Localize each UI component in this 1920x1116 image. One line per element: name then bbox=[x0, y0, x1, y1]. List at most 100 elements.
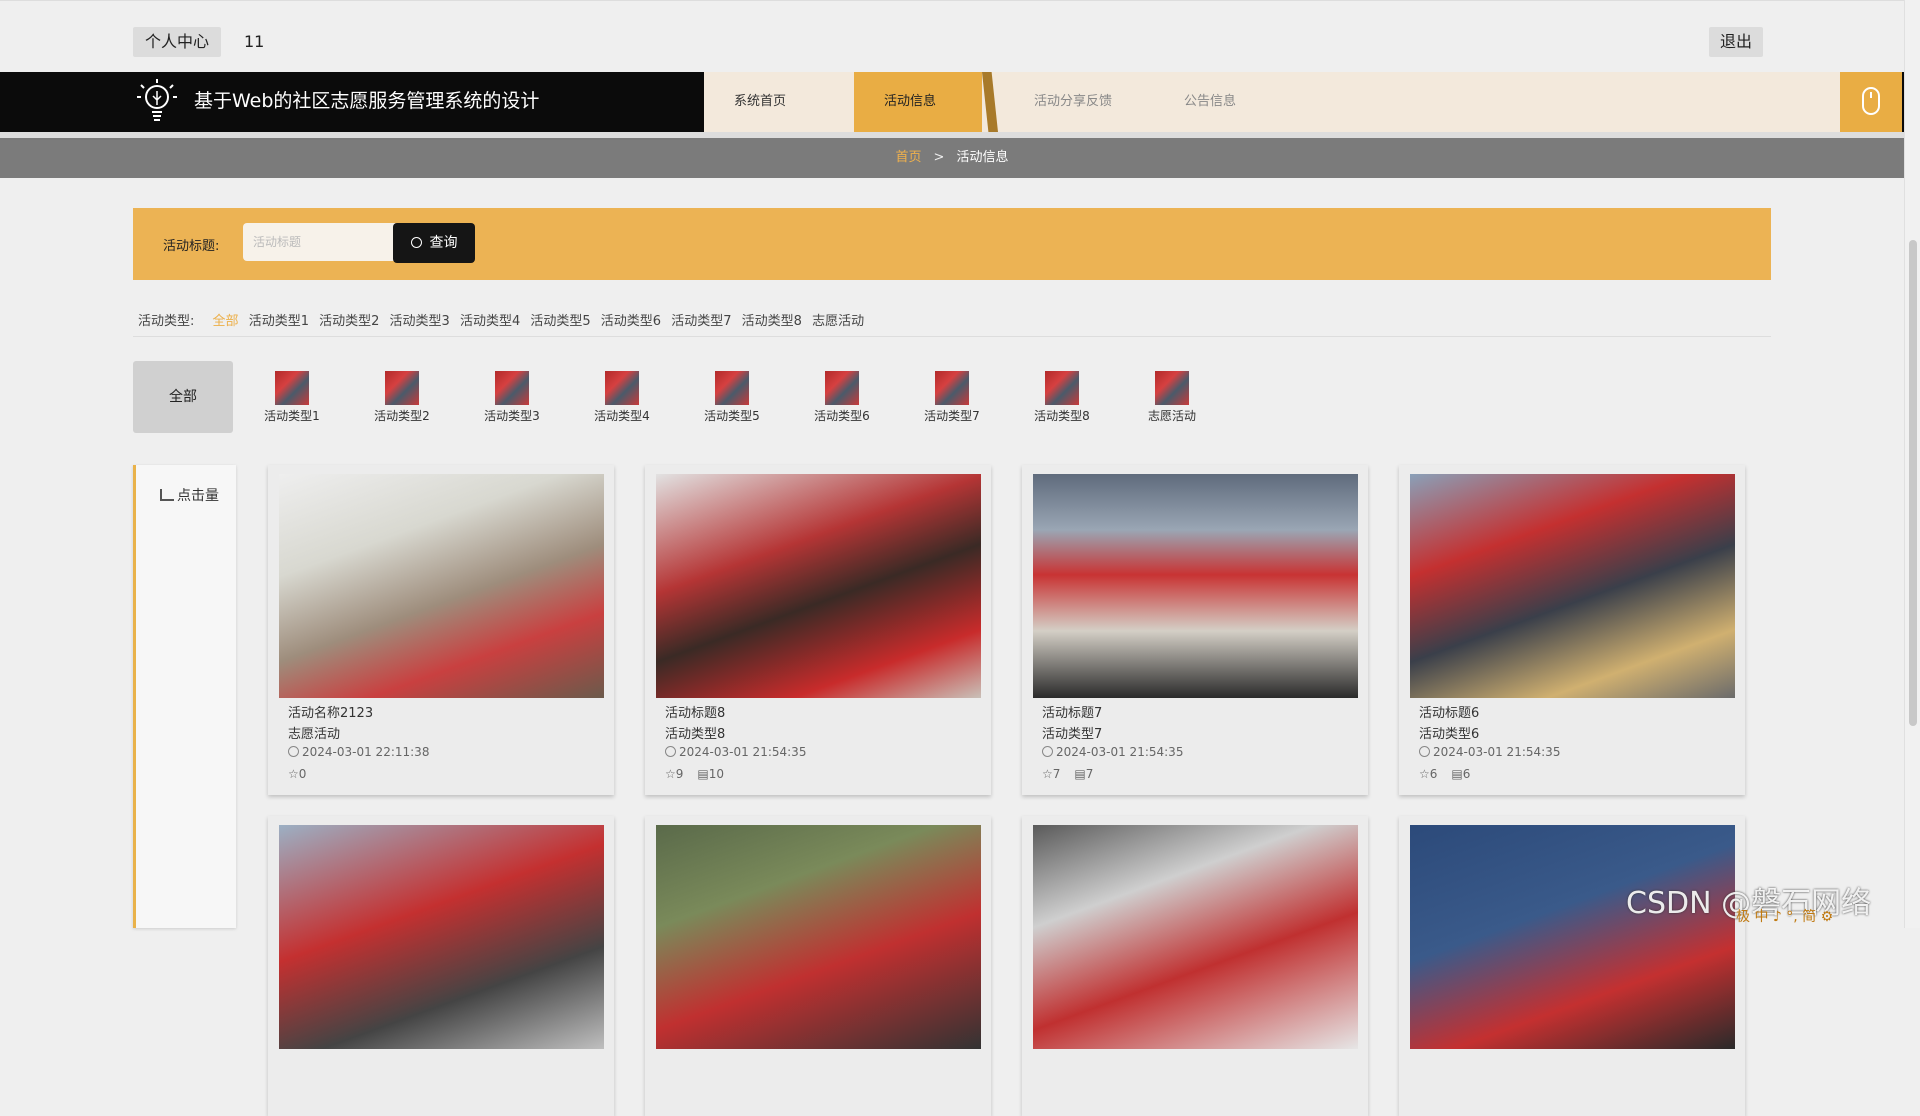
activity-card[interactable] bbox=[268, 816, 614, 1116]
ime-toolbar[interactable]: 极 中 ♪ °, 简 ⚙ bbox=[1736, 906, 1833, 926]
clock-icon bbox=[1419, 746, 1430, 757]
activity-photo[interactable] bbox=[1410, 825, 1735, 1049]
star-icon: ☆ bbox=[288, 767, 299, 781]
page-scrollbar[interactable] bbox=[1904, 0, 1920, 928]
category-label: 活动类型3 bbox=[484, 409, 540, 423]
search-bar: 活动标题: 查询 bbox=[133, 208, 1771, 280]
activity-photo[interactable] bbox=[656, 474, 981, 698]
activity-title-input[interactable] bbox=[243, 223, 399, 261]
main-navbar: 基于Web的社区志愿服务管理系统的设计 系统首页 活动信息 活动分享反馈 公告信… bbox=[0, 72, 1904, 132]
type-filter-option[interactable]: 志愿活动 bbox=[812, 314, 864, 329]
category-thumbnail bbox=[715, 371, 749, 405]
breadcrumb-home[interactable]: 首页 bbox=[896, 150, 922, 165]
search-label: 活动标题: bbox=[163, 239, 220, 254]
activity-time: 2024-03-01 21:54:35 bbox=[665, 745, 806, 759]
type-filter-option[interactable]: 活动类型8 bbox=[742, 314, 802, 329]
category-item[interactable]: 活动类型6 bbox=[797, 371, 887, 424]
star-icon: ☆ bbox=[665, 767, 676, 781]
personal-center-button[interactable]: 个人中心 bbox=[133, 27, 222, 57]
category-thumbnail bbox=[385, 371, 419, 405]
activity-photo[interactable] bbox=[1033, 825, 1358, 1049]
category-thumbnail bbox=[275, 371, 309, 405]
site-title: 基于Web的社区志愿服务管理系统的设计 bbox=[194, 90, 540, 112]
activity-card[interactable]: 活动名称2123 志愿活动 2024-03-01 22:11:38 ☆0 bbox=[268, 465, 614, 795]
type-filter-option[interactable]: 活动类型7 bbox=[671, 314, 731, 329]
category-strip: 全部 活动类型1 活动类型2 活动类型3 活动类型4 活动类型5 活动类型6 活… bbox=[133, 361, 1533, 435]
activity-time-text: 2024-03-01 21:54:35 bbox=[1433, 745, 1561, 759]
activity-stats: ☆6 ▤6 bbox=[1419, 767, 1470, 781]
scrollbar-thumb[interactable] bbox=[1909, 240, 1917, 726]
breadcrumb-separator: > bbox=[933, 150, 945, 165]
star-icon: ☆ bbox=[1042, 767, 1053, 781]
sort-sidebar: 点击量 bbox=[133, 465, 236, 928]
likes-count: 7 bbox=[1052, 767, 1061, 781]
nav-home[interactable]: 系统首页 bbox=[734, 72, 786, 132]
type-filter-option[interactable]: 活动类型3 bbox=[390, 314, 450, 329]
activity-type: 活动类型6 bbox=[1419, 727, 1480, 742]
category-item[interactable]: 活动类型4 bbox=[577, 371, 667, 424]
category-item[interactable]: 活动类型2 bbox=[357, 371, 447, 424]
category-all-button[interactable]: 全部 bbox=[133, 361, 233, 433]
type-filter-option[interactable]: 活动类型6 bbox=[601, 314, 661, 329]
type-filter-option[interactable]: 活动类型5 bbox=[530, 314, 590, 329]
type-filter-option[interactable]: 全部 bbox=[213, 314, 239, 329]
activity-photo[interactable] bbox=[279, 474, 604, 698]
category-label: 活动类型5 bbox=[704, 409, 760, 423]
comment-icon: ▤ bbox=[1074, 767, 1086, 781]
activity-card[interactable] bbox=[1022, 816, 1368, 1116]
nav-active-stripe bbox=[982, 72, 998, 132]
activity-stats: ☆7 ▤7 bbox=[1042, 767, 1093, 781]
category-item[interactable]: 活动类型3 bbox=[467, 371, 557, 424]
scroll-mouse-button[interactable] bbox=[1840, 72, 1902, 132]
category-label: 活动类型7 bbox=[924, 409, 980, 423]
type-filter-option[interactable]: 活动类型4 bbox=[460, 314, 520, 329]
activity-type: 志愿活动 bbox=[288, 727, 341, 742]
sort-by-clicks[interactable]: 点击量 bbox=[160, 485, 219, 505]
nav-activity-info[interactable]: 活动信息 bbox=[854, 72, 982, 132]
breadcrumb-current: 活动信息 bbox=[956, 150, 1009, 165]
activity-card[interactable]: 活动标题6 活动类型6 2024-03-01 21:54:35 ☆6 ▤6 bbox=[1399, 465, 1745, 795]
activity-photo[interactable] bbox=[1033, 474, 1358, 698]
search-button[interactable]: 查询 bbox=[393, 223, 475, 263]
activity-photo[interactable] bbox=[279, 825, 604, 1049]
type-filter-label: 活动类型: bbox=[138, 314, 195, 329]
lightbulb-logo-icon bbox=[137, 79, 177, 121]
type-filter-option[interactable]: 活动类型1 bbox=[249, 314, 309, 329]
category-label: 活动类型1 bbox=[264, 409, 320, 423]
category-item[interactable]: 活动类型8 bbox=[1017, 371, 1107, 424]
activity-time-text: 2024-03-01 21:54:35 bbox=[1056, 745, 1184, 759]
activity-time: 2024-03-01 22:11:38 bbox=[288, 745, 429, 759]
category-item[interactable]: 志愿活动 bbox=[1127, 371, 1217, 424]
type-filter-row: 活动类型: 全部 活动类型1 活动类型2 活动类型3 活动类型4 活动类型5 活… bbox=[138, 310, 870, 329]
category-item[interactable]: 活动类型5 bbox=[687, 371, 777, 424]
clock-icon bbox=[288, 746, 299, 757]
category-label: 活动类型8 bbox=[1034, 409, 1090, 423]
comments-count: 7 bbox=[1085, 767, 1094, 781]
comments-count: 6 bbox=[1462, 767, 1471, 781]
category-label: 活动类型6 bbox=[814, 409, 870, 423]
comment-icon: ▤ bbox=[1451, 767, 1463, 781]
activity-card[interactable]: 活动标题8 活动类型8 2024-03-01 21:54:35 ☆9 ▤10 bbox=[645, 465, 991, 795]
category-item[interactable]: 活动类型7 bbox=[907, 371, 997, 424]
type-filter-option[interactable]: 活动类型2 bbox=[319, 314, 379, 329]
activity-stats: ☆9 ▤10 bbox=[665, 767, 724, 781]
top-user-bar: 个人中心 11 退出 bbox=[0, 0, 1904, 73]
activity-card[interactable] bbox=[645, 816, 991, 1116]
activity-card[interactable] bbox=[1399, 816, 1745, 1116]
activity-photo[interactable] bbox=[656, 825, 981, 1049]
nav-announcements[interactable]: 公告信息 bbox=[1184, 72, 1236, 132]
category-thumbnail bbox=[825, 371, 859, 405]
nav-menu: 系统首页 活动信息 活动分享反馈 公告信息 bbox=[704, 72, 1840, 132]
likes-count: 9 bbox=[675, 767, 684, 781]
search-button-label: 查询 bbox=[429, 235, 458, 251]
category-item[interactable]: 活动类型1 bbox=[247, 371, 337, 424]
bar-chart-icon bbox=[160, 489, 174, 501]
activity-type: 活动类型7 bbox=[1042, 727, 1103, 742]
category-thumbnail bbox=[605, 371, 639, 405]
logout-button[interactable]: 退出 bbox=[1709, 27, 1764, 57]
activity-title: 活动名称2123 bbox=[288, 706, 374, 721]
activity-photo[interactable] bbox=[1410, 474, 1735, 698]
nav-activity-feedback[interactable]: 活动分享反馈 bbox=[1034, 72, 1112, 132]
category-thumbnail bbox=[1045, 371, 1079, 405]
activity-card[interactable]: 活动标题7 活动类型7 2024-03-01 21:54:35 ☆7 ▤7 bbox=[1022, 465, 1368, 795]
